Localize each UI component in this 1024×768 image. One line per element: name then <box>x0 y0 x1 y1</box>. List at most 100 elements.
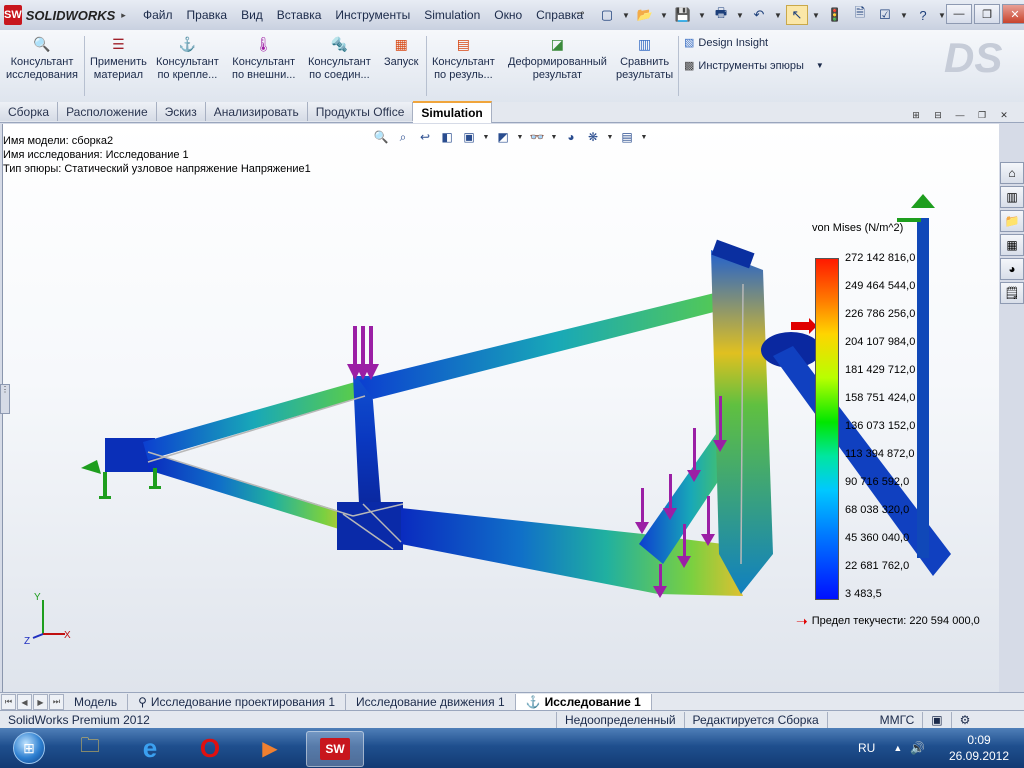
menu-tools[interactable]: Инструменты <box>328 6 417 24</box>
chevron-down-icon[interactable]: ▼ <box>640 128 648 146</box>
hide-show-items-icon[interactable]: 👓 <box>528 128 546 146</box>
split-icon[interactable]: ⊟ <box>928 108 948 122</box>
last-tab-icon[interactable]: ⏭ <box>49 694 64 710</box>
view-palette-icon[interactable]: ▦ <box>1000 234 1024 256</box>
chevron-down-icon[interactable]: ▼ <box>773 5 783 25</box>
help-icon[interactable]: ? <box>912 5 934 25</box>
menu-view[interactable]: Вид <box>234 6 270 24</box>
tab-sketch[interactable]: Эскиз <box>156 102 206 121</box>
taskbar-solidworks[interactable]: SW <box>306 731 364 767</box>
options-icon[interactable]: ☑ <box>874 5 896 25</box>
display-style-icon[interactable]: ◩ <box>494 128 512 146</box>
connections-advisor-button[interactable]: 🔩 Консультант по соедин... <box>308 34 371 82</box>
zoom-to-fit-icon[interactable]: 🔍 <box>372 128 390 146</box>
chevron-down-icon[interactable]: ▼ <box>621 5 631 25</box>
save-icon[interactable]: 💾 <box>672 5 694 25</box>
tab-study-1[interactable]: ⚓ Исследование 1 <box>515 693 652 711</box>
chevron-down-icon[interactable]: ▼ <box>659 5 669 25</box>
chevron-down-icon[interactable]: ▼ <box>697 5 707 25</box>
first-tab-icon[interactable]: ⏮ <box>1 694 16 710</box>
status-definition: Недоопределенный <box>557 712 685 728</box>
apply-scene-icon[interactable]: ❋ <box>584 128 602 146</box>
menu-file[interactable]: Файл <box>136 6 180 24</box>
home-icon[interactable]: ⌂ <box>1000 162 1024 184</box>
volume-icon[interactable]: 🔊 <box>910 741 925 755</box>
study-advisor-button[interactable]: 🔍 Консультант исследования <box>6 34 78 82</box>
deformed-result-button[interactable]: ◪ Деформированный результат <box>508 34 607 82</box>
compare-results-button[interactable]: ▥ Сравнить результаты <box>616 34 673 82</box>
external-loads-advisor-button[interactable]: 🌡 Консультант по внешни... <box>232 34 295 82</box>
close-icon[interactable]: ✕ <box>994 108 1014 122</box>
restore-icon[interactable]: ❐ <box>974 4 1000 24</box>
taskbar-opera[interactable]: O <box>182 731 238 765</box>
next-tab-icon[interactable]: ▶ <box>33 694 48 710</box>
rebuild-tools-icon[interactable]: ⚙ <box>952 712 979 728</box>
tab-evaluate[interactable]: Анализировать <box>205 102 308 121</box>
tab-model[interactable]: Модель <box>64 693 129 711</box>
design-library-icon[interactable]: ▥ <box>1000 186 1024 208</box>
tab-office-products[interactable]: Продукты Office <box>307 102 414 121</box>
design-study-icon: ⚲ <box>138 695 147 709</box>
tab-assembly[interactable]: Сборка <box>0 102 59 121</box>
start-button[interactable]: ⊞ <box>2 730 56 766</box>
fixtures-advisor-button[interactable]: ⚓ Консультант по крепле... <box>156 34 219 82</box>
menu-insert[interactable]: Вставка <box>270 6 329 24</box>
status-units[interactable]: ММГС <box>872 712 924 728</box>
tab-layout[interactable]: Расположение <box>58 102 157 121</box>
chevron-down-icon[interactable]: ▼ <box>550 128 558 146</box>
custom-properties-icon[interactable]: 🗒 <box>1000 282 1024 304</box>
apply-material-button[interactable]: ☰ Применить материал <box>90 34 147 82</box>
menu-edit[interactable]: Правка <box>180 6 235 24</box>
section-view-icon[interactable]: ◧ <box>438 128 456 146</box>
chevron-down-icon[interactable]: ▼ <box>811 5 821 25</box>
taskbar-explorer[interactable]: 🗀 <box>62 731 118 765</box>
results-advisor-button[interactable]: ▤ Консультант по резуль... <box>432 34 495 82</box>
select-cursor-icon[interactable]: ↖ <box>786 5 808 25</box>
file-explorer-icon[interactable]: 📁 <box>1000 210 1024 232</box>
taskbar-media-player[interactable]: ▶ <box>242 731 298 765</box>
plot-tools-button[interactable]: ▩ Инструменты эпюры ▼ <box>684 59 824 73</box>
graphics-area[interactable] <box>2 124 999 692</box>
pin-icon[interactable]: ⊸ <box>576 8 584 19</box>
restore-icon[interactable]: ❐ <box>972 108 992 122</box>
tab-simulation[interactable]: Simulation <box>413 101 492 123</box>
clock[interactable]: 0:09 26.09.2012 <box>946 732 1012 764</box>
edit-appearance-icon[interactable]: ◕ <box>562 128 580 146</box>
quick-tips-icon[interactable]: ▣ <box>923 712 952 728</box>
design-insight-button[interactable]: ▧ Design Insight <box>684 36 768 50</box>
close-icon[interactable]: ✕ <box>1002 4 1024 24</box>
expand-panel-handle[interactable]: ⋮ <box>0 384 10 414</box>
taskbar-ie[interactable]: e <box>122 731 178 765</box>
tab-motion-study[interactable]: Исследование движения 1 <box>346 693 516 711</box>
chevron-up-icon[interactable]: ▲ <box>893 743 902 753</box>
run-button[interactable]: ▦ Запуск <box>384 34 418 69</box>
file-properties-icon[interactable]: 🗎 <box>849 5 871 25</box>
new-document-icon[interactable]: ▢ <box>596 5 618 25</box>
undo-icon[interactable]: ↶ <box>748 5 770 25</box>
minimize-icon[interactable]: — <box>950 108 970 122</box>
rebuild-traffic-light-icon[interactable]: 🚦 <box>824 5 846 25</box>
chevron-down-icon[interactable]: ▼ <box>899 5 909 25</box>
solidworks-logo[interactable]: SW SOLIDWORKS ▸ <box>4 4 126 26</box>
chevron-down-icon[interactable]: ▼ <box>735 5 745 25</box>
tile-icon[interactable]: ⊞ <box>906 108 926 122</box>
prev-tab-icon[interactable]: ◀ <box>17 694 32 710</box>
minimize-icon[interactable]: — <box>946 4 972 24</box>
chevron-down-icon[interactable]: ▼ <box>606 128 614 146</box>
tab-design-study[interactable]: ⚲ Исследование проектирования 1 <box>128 693 347 711</box>
menu-simulation[interactable]: Simulation <box>417 6 487 24</box>
view-orientation-icon[interactable]: ▣ <box>460 128 478 146</box>
language-indicator[interactable]: RU <box>858 741 875 755</box>
appearances-icon[interactable]: ◕ <box>1000 258 1024 280</box>
chevron-down-icon[interactable]: ▼ <box>516 128 524 146</box>
previous-view-icon[interactable]: ↩ <box>416 128 434 146</box>
view-settings-icon[interactable]: ▤ <box>618 128 636 146</box>
quick-access-toolbar: ▢ ▼ 📂 ▼ 💾 ▼ 🖶 ▼ ↶ ▼ ↖ ▼ 🚦 🗎 ☑ ▼ ? ▼ <box>596 3 947 27</box>
print-icon[interactable]: 🖶 <box>710 5 732 25</box>
open-folder-icon[interactable]: 📂 <box>634 5 656 25</box>
chevron-down-icon[interactable]: ▼ <box>482 128 490 146</box>
menu-window[interactable]: Окно <box>487 6 529 24</box>
legend-value: 45 360 040,0 <box>845 532 910 544</box>
cmd-label: Применить <box>90 56 147 68</box>
zoom-area-icon[interactable]: ⌕ <box>394 128 412 146</box>
